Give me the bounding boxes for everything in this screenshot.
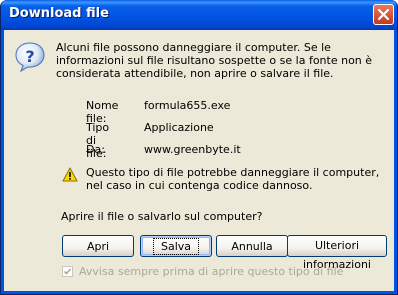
title-bar[interactable]: Download file — [1, 0, 397, 30]
dialog-body: ? Alcuni file possono danneggiare il com… — [4, 30, 394, 291]
file-type-value: Applicazione — [144, 121, 214, 134]
open-button-label: Apri — [86, 239, 110, 253]
window-title: Download file — [9, 6, 109, 21]
download-file-dialog: Download file ? Alcuni file possono dann… — [0, 0, 398, 295]
warning-message: Questo tipo di file potrebbe danneggiare… — [86, 166, 380, 192]
always-ask-checkbox[interactable] — [62, 266, 73, 277]
svg-text:?: ? — [25, 47, 34, 66]
cancel-button-label: Annulla — [231, 239, 273, 253]
open-or-save-question: Aprire il file o salvarlo sul computer? — [61, 210, 263, 223]
file-source-label: Da: — [86, 143, 105, 156]
more-info-button[interactable]: Ulteriori informazioni — [287, 235, 387, 271]
cancel-button[interactable]: Annulla — [216, 235, 288, 257]
always-ask-checkbox-label: Avvisa sempre prima di aprire questo tip… — [79, 265, 344, 278]
dialog-message: Alcuni file possono danneggiare il compu… — [56, 41, 373, 80]
save-button[interactable]: Salva — [140, 235, 212, 257]
close-button[interactable] — [373, 4, 394, 25]
checkmark-icon — [63, 268, 72, 275]
warning-icon — [62, 167, 78, 182]
open-button[interactable]: Apri — [62, 235, 134, 257]
file-source-value: www.greenbyte.it — [144, 143, 241, 156]
save-button-label: Salva — [152, 237, 200, 255]
file-name-value: formula655.exe — [144, 99, 231, 112]
close-icon — [378, 9, 389, 20]
question-icon: ? — [15, 42, 45, 73]
